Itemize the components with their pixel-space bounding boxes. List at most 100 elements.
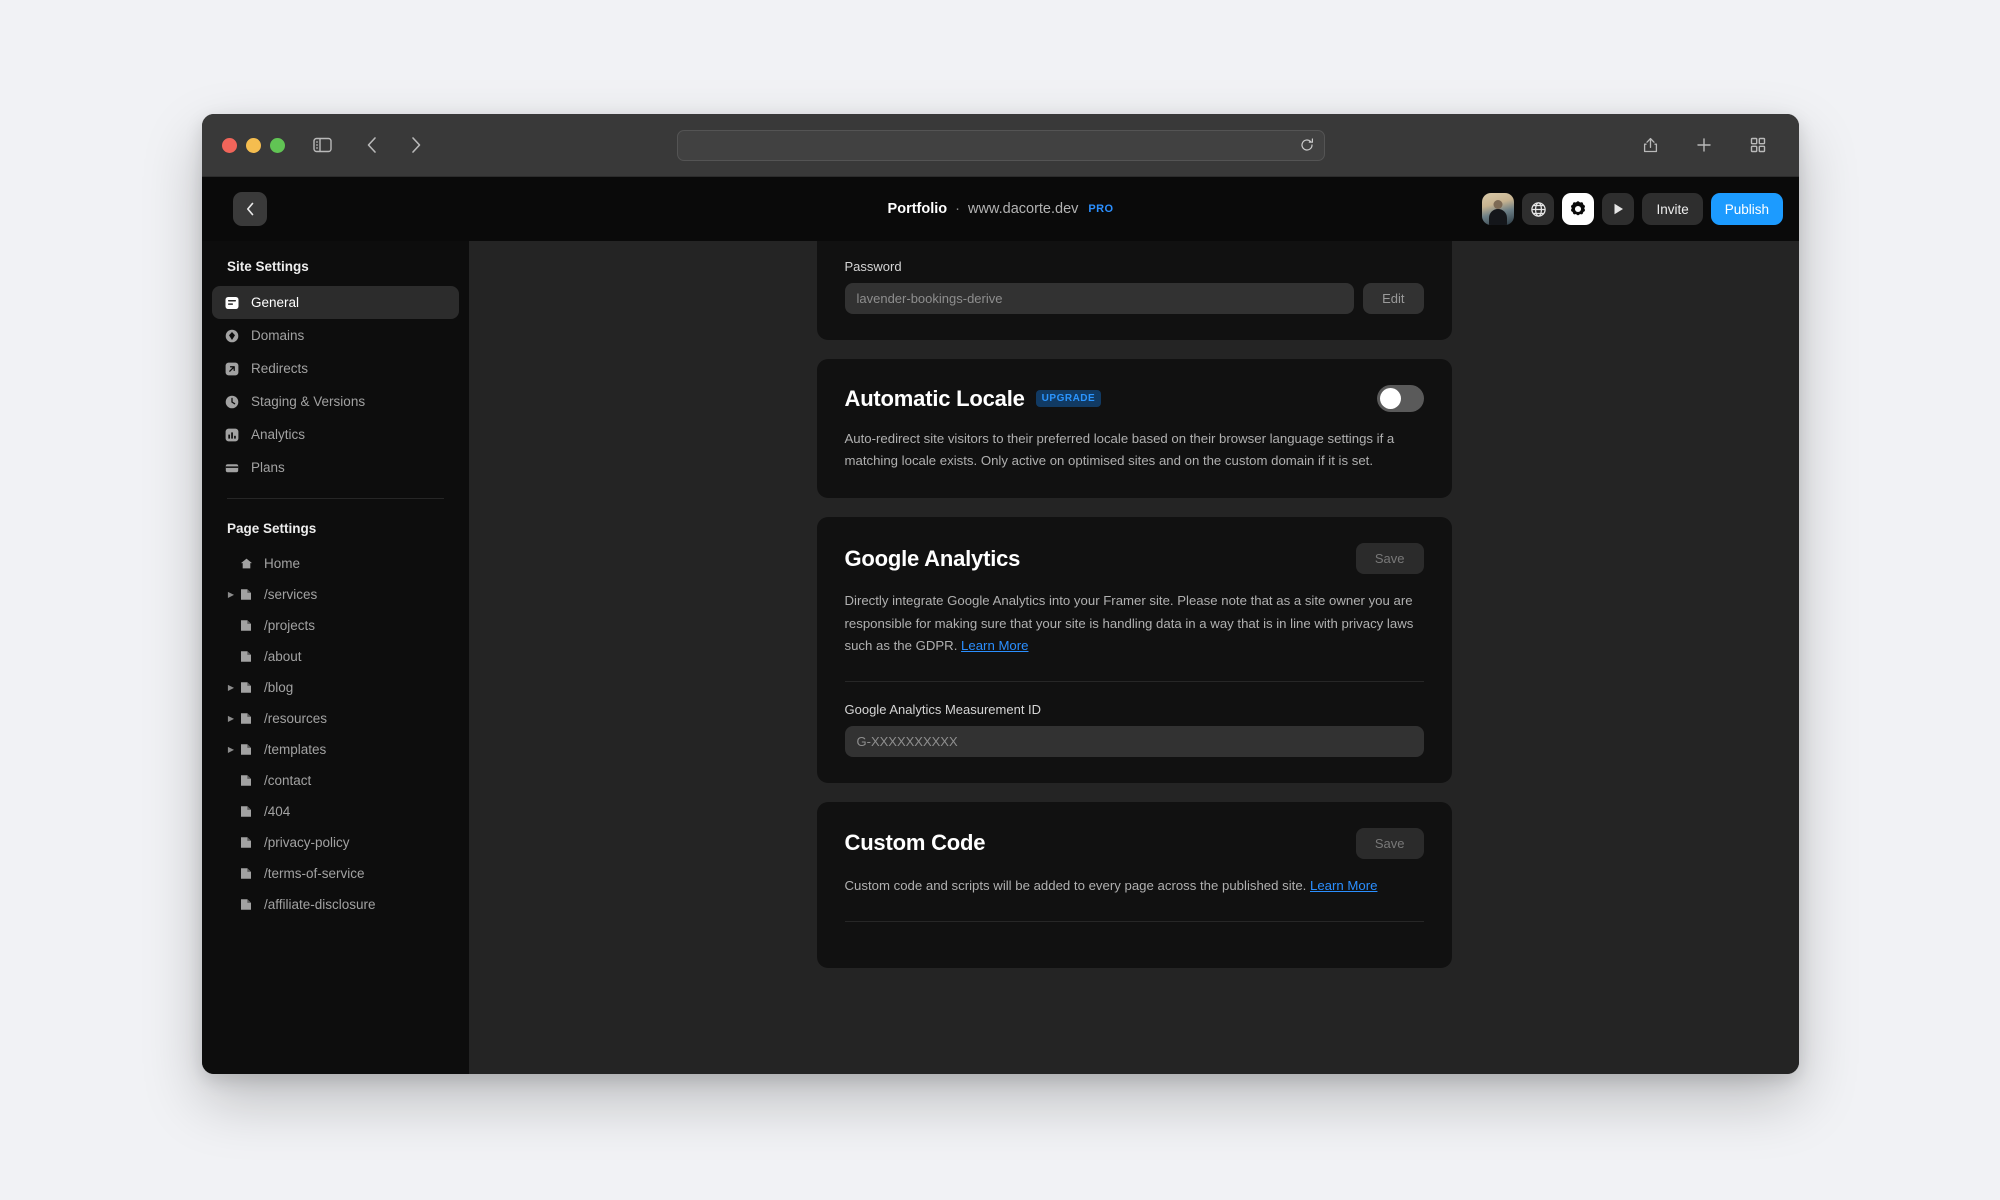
browser-navigation xyxy=(357,130,437,160)
sidebar-item-staging-versions[interactable]: Staging & Versions xyxy=(212,385,459,418)
browser-back-icon[interactable] xyxy=(357,130,387,160)
page-icon xyxy=(238,588,254,601)
sidebar-item-label: Staging & Versions xyxy=(251,394,366,409)
page-item-label: /privacy-policy xyxy=(264,835,350,850)
page-icon xyxy=(238,743,254,756)
page-item-contact[interactable]: /contact xyxy=(212,765,459,796)
page-item-about[interactable]: /about xyxy=(212,641,459,672)
header-actions: Invite Publish xyxy=(1482,193,1783,225)
settings-column: Password lavender-bookings-derive Edit A… xyxy=(816,241,1452,1074)
save-custom-code-button[interactable]: Save xyxy=(1355,827,1424,859)
sidebar-item-label: Redirects xyxy=(251,361,309,376)
card-divider xyxy=(844,921,1424,923)
page-item-affiliate-disclosure[interactable]: /affiliate-disclosure xyxy=(212,889,459,920)
sidebar-toggle-icon[interactable] xyxy=(307,130,337,160)
site-name: Portfolio xyxy=(887,201,948,217)
sidebar-item-label: Plans xyxy=(251,460,285,475)
page-icon xyxy=(238,650,254,663)
edit-password-button[interactable]: Edit xyxy=(1363,283,1424,314)
save-google-analytics-button[interactable]: Save xyxy=(1355,543,1424,575)
google-analytics-header: Google Analytics Save xyxy=(844,543,1424,575)
page-icon xyxy=(238,681,254,694)
page-icon xyxy=(238,774,254,787)
new-tab-icon[interactable] xyxy=(1689,130,1719,160)
back-button[interactable] xyxy=(233,192,267,226)
plan-badge: PRO xyxy=(1088,203,1114,215)
avatar[interactable] xyxy=(1482,193,1515,225)
reload-icon[interactable] xyxy=(1300,138,1314,152)
analytics-icon xyxy=(224,427,240,443)
toggle-knob xyxy=(1379,388,1401,409)
sidebar-item-general[interactable]: General xyxy=(212,286,459,319)
page-settings-heading: Page Settings xyxy=(227,521,317,536)
address-bar[interactable] xyxy=(676,129,1325,161)
tab-overview-icon[interactable] xyxy=(1743,130,1773,160)
custom-code-description: Custom code and scripts will be added to… xyxy=(845,875,1424,897)
sidebar-item-plans[interactable]: Plans xyxy=(212,451,459,484)
sidebar-item-analytics[interactable]: Analytics xyxy=(212,418,459,451)
description-text: Custom code and scripts will be added to… xyxy=(844,877,1310,893)
globe-icon[interactable] xyxy=(1522,193,1555,225)
page-item-label: /affiliate-disclosure xyxy=(264,897,376,912)
page-item-home[interactable]: Home xyxy=(212,548,459,579)
page-item-services[interactable]: ▶ /services xyxy=(212,579,459,610)
screen: Portfolio · www.dacorte.dev PRO Invite P… xyxy=(0,0,2000,1200)
minimize-window-button[interactable] xyxy=(246,137,261,153)
page-item-blog[interactable]: ▶ /blog xyxy=(212,672,459,703)
measurement-id-input[interactable]: G-XXXXXXXXXX xyxy=(844,725,1424,757)
page-icon xyxy=(238,836,254,849)
learn-more-link[interactable]: Learn More xyxy=(961,638,1028,653)
password-input[interactable]: lavender-bookings-derive xyxy=(844,283,1355,314)
automatic-locale-header: Automatic Locale UPGRADE xyxy=(845,385,1424,412)
upgrade-badge[interactable]: UPGRADE xyxy=(1035,390,1102,407)
chevron-right-icon[interactable]: ▶ xyxy=(224,745,238,754)
automatic-locale-toggle[interactable] xyxy=(1376,385,1424,412)
description-text: Directly integrate Google Analytics into… xyxy=(844,593,1414,653)
app-header: Portfolio · www.dacorte.dev PRO Invite P… xyxy=(202,177,1799,241)
card-title: Google Analytics xyxy=(844,545,1021,571)
sidebar-item-redirects[interactable]: Redirects xyxy=(212,352,459,385)
clock-icon xyxy=(224,394,240,410)
custom-code-header: Custom Code Save xyxy=(845,827,1424,859)
site-settings-list: General Domains Redirects Staging & Vers… xyxy=(202,286,469,484)
sidebar-item-label: General xyxy=(251,295,300,310)
google-analytics-card: Google Analytics Save Directly integrate… xyxy=(816,517,1452,783)
page-item-label: /projects xyxy=(264,618,316,633)
learn-more-link[interactable]: Learn More xyxy=(1310,878,1377,893)
home-icon xyxy=(238,557,254,570)
publish-button[interactable]: Publish xyxy=(1710,193,1783,225)
general-icon xyxy=(224,295,240,311)
page-item-projects[interactable]: /projects xyxy=(212,610,459,641)
chevron-right-icon[interactable]: ▶ xyxy=(224,590,238,599)
page-item-resources[interactable]: ▶ /resources xyxy=(212,703,459,734)
page-item-privacy-policy[interactable]: /privacy-policy xyxy=(212,827,459,858)
page-item-404[interactable]: /404 xyxy=(212,796,459,827)
page-icon xyxy=(238,898,254,911)
password-label: Password xyxy=(844,259,902,274)
close-window-button[interactable] xyxy=(222,137,237,153)
chevron-right-icon[interactable]: ▶ xyxy=(224,683,238,692)
page-item-terms-of-service[interactable]: /terms-of-service xyxy=(212,858,459,889)
app-body: Site Settings General Domains Redirects … xyxy=(202,241,1799,1074)
page-item-templates[interactable]: ▶ /templates xyxy=(212,734,459,765)
automatic-locale-title-group: Automatic Locale UPGRADE xyxy=(845,386,1102,412)
browser-window: Portfolio · www.dacorte.dev PRO Invite P… xyxy=(202,114,1799,1074)
sidebar-item-domains[interactable]: Domains xyxy=(212,319,459,352)
browser-forward-icon[interactable] xyxy=(401,130,431,160)
play-icon[interactable] xyxy=(1602,193,1635,225)
page-item-label: /contact xyxy=(264,773,312,788)
page-item-label: /404 xyxy=(264,804,291,819)
page-item-label: /templates xyxy=(264,742,327,757)
share-icon[interactable] xyxy=(1635,130,1665,160)
page-item-label: /services xyxy=(264,587,318,602)
site-settings-heading: Site Settings xyxy=(227,259,309,274)
settings-content: Password lavender-bookings-derive Edit A… xyxy=(469,241,1799,1074)
traffic-light-controls xyxy=(222,137,285,153)
invite-button[interactable]: Invite xyxy=(1642,193,1703,225)
browser-toolbar xyxy=(202,114,1799,177)
gear-icon[interactable] xyxy=(1562,193,1595,225)
page-item-label: /blog xyxy=(264,680,294,695)
plans-icon xyxy=(224,460,240,476)
chevron-right-icon[interactable]: ▶ xyxy=(224,714,238,723)
maximize-window-button[interactable] xyxy=(270,137,285,153)
